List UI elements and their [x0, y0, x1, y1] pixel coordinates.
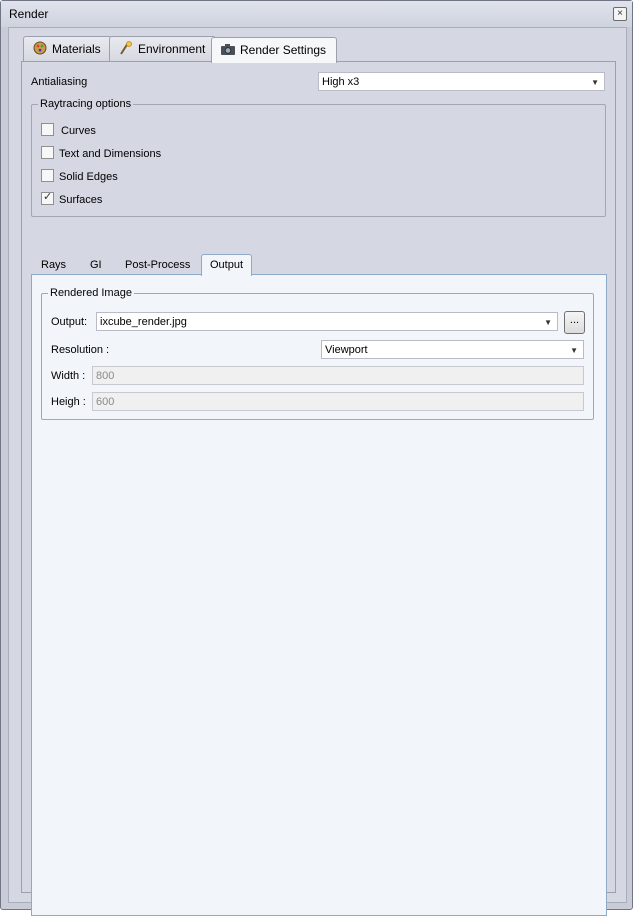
title-bar[interactable]: Render ×	[1, 1, 632, 27]
render-settings-panel: Antialiasing High x3 ▼ Raytracing option…	[21, 61, 616, 916]
text-dimensions-checkbox[interactable]	[41, 146, 54, 159]
width-field: 800	[92, 366, 584, 385]
output-file-value: ixcube_render.jpg	[100, 316, 187, 328]
camera-icon	[220, 40, 236, 55]
tab-materials-label: Materials	[52, 42, 101, 56]
window-title: Render	[9, 7, 49, 21]
tab-rays[interactable]: Rays	[33, 255, 74, 275]
environment-icon	[118, 39, 134, 55]
antialiasing-label: Antialiasing	[31, 76, 88, 88]
tab-post-process[interactable]: Post-Process	[117, 255, 198, 275]
curves-option[interactable]: Curves	[41, 123, 96, 137]
width-label: Width :	[51, 370, 86, 382]
rendered-image-group: Rendered Image Output: ixcube_render.jpg…	[41, 287, 594, 420]
tab-materials[interactable]: Materials	[23, 36, 112, 61]
height-label: Heigh :	[51, 396, 86, 408]
browse-button[interactable]: ...	[564, 311, 585, 334]
raytracing-options-title: Raytracing options	[38, 98, 134, 110]
curves-label: Curves	[61, 125, 96, 137]
window-client-area: Materials Environment Render Settings An	[8, 27, 627, 916]
resolution-label: Resolution :	[51, 344, 110, 356]
checkmark-icon: ✓	[43, 191, 53, 203]
render-window: Render × Materials Environment Render Se…	[0, 0, 633, 916]
antialiasing-combo[interactable]: High x3 ▼	[318, 72, 605, 91]
solid-edges-checkbox[interactable]	[41, 169, 54, 182]
tab-output[interactable]: Output	[201, 254, 253, 276]
surfaces-option[interactable]: ✓ Surfaces	[41, 191, 103, 206]
resolution-combo[interactable]: Viewport ▼	[321, 340, 584, 359]
solid-edges-option[interactable]: Solid Edges	[41, 169, 118, 183]
surfaces-checkbox[interactable]: ✓	[41, 191, 54, 205]
materials-icon	[32, 39, 48, 55]
tab-environment-label: Environment	[138, 42, 206, 56]
tab-render-settings-label: Render Settings	[240, 43, 327, 57]
raytracing-options-group: Raytracing options Curves Text and Dimen…	[31, 98, 606, 217]
tab-environment[interactable]: Environment	[109, 36, 217, 61]
resolution-value: Viewport	[325, 344, 368, 356]
solid-edges-label: Solid Edges	[59, 171, 118, 183]
text-dimensions-option[interactable]: Text and Dimensions	[41, 146, 161, 160]
surfaces-label: Surfaces	[59, 194, 103, 206]
close-button[interactable]: ×	[613, 7, 627, 21]
curves-checkbox[interactable]	[41, 123, 54, 136]
chevron-down-icon: ▼	[544, 318, 552, 327]
output-label: Output:	[51, 316, 88, 328]
antialiasing-value: High x3	[322, 76, 360, 88]
text-dimensions-label: Text and Dimensions	[59, 148, 162, 160]
chevron-down-icon: ▼	[591, 78, 599, 87]
rendered-image-title: Rendered Image	[48, 287, 134, 299]
chevron-down-icon: ▼	[570, 346, 578, 355]
tab-render-settings[interactable]: Render Settings	[211, 37, 338, 63]
tab-gi[interactable]: GI	[82, 255, 110, 275]
output-file-combo[interactable]: ixcube_render.jpg ▼	[96, 312, 558, 331]
output-panel: Rendered Image Output: ixcube_render.jpg…	[31, 274, 607, 916]
height-field: 600	[92, 392, 584, 411]
